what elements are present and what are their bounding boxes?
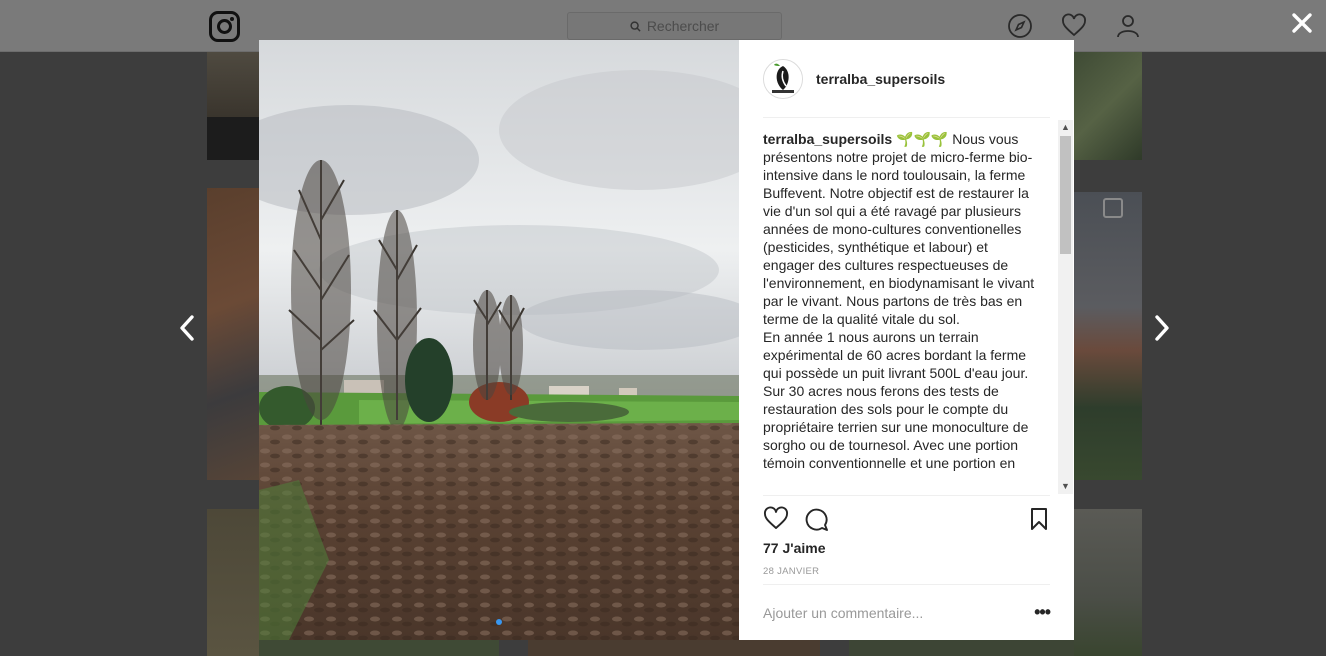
user-icon: [1117, 15, 1139, 38]
like-heart-icon[interactable]: [763, 506, 789, 532]
background-thumbnail: [849, 640, 1074, 656]
background-thumbnail: [207, 52, 259, 160]
background-thumbnail: [1074, 192, 1142, 480]
background-thumbnail: [207, 188, 259, 480]
close-icon[interactable]: [1289, 10, 1315, 36]
post-header: terralba_supersoils: [763, 40, 1050, 118]
background-thumbnail: [1103, 198, 1123, 218]
comment-icon[interactable]: [803, 506, 829, 532]
post-photo[interactable]: [259, 40, 739, 640]
chevron-right-icon[interactable]: [1151, 314, 1173, 342]
scroll-down-arrow-icon[interactable]: ▼: [1058, 479, 1073, 494]
post-date[interactable]: 28 JANVIER: [763, 566, 819, 577]
background-search: Rechercher: [567, 12, 782, 40]
chevron-left-icon[interactable]: [176, 314, 198, 342]
background-thumbnail: [528, 640, 820, 656]
caption-text: Nous vous présentons notre projet de mic…: [763, 131, 1035, 471]
scrollbar-thumb[interactable]: [1060, 136, 1071, 254]
post-details-panel: terralba_supersoils terralba_supersoils …: [739, 40, 1074, 640]
background-thumbnail: [1074, 509, 1142, 656]
instagram-logo: [209, 11, 240, 42]
likes-count[interactable]: 77 J'aime: [763, 540, 826, 556]
background-thumbnail: [1074, 52, 1142, 160]
post-username[interactable]: terralba_supersoils: [816, 71, 945, 87]
terralba-logo-icon: [764, 59, 802, 98]
carousel-indicator: [259, 619, 739, 625]
landscape-photo: [259, 40, 739, 640]
bookmark-icon[interactable]: [1026, 506, 1052, 532]
caption-scrollbar[interactable]: ▲ ▼: [1058, 120, 1073, 494]
comment-box: •••: [763, 584, 1051, 640]
scroll-up-arrow-icon[interactable]: ▲: [1058, 120, 1073, 135]
post-caption: terralba_supersoils 🌱🌱🌱 Nous vous présen…: [763, 130, 1038, 472]
background-thumbnail: [259, 640, 499, 656]
post-modal: terralba_supersoils terralba_supersoils …: [259, 40, 1074, 640]
compass-icon: [1008, 14, 1032, 38]
comment-input[interactable]: [763, 604, 1030, 621]
post-actions: [763, 495, 1050, 535]
caption-emoji: 🌱🌱🌱: [896, 131, 949, 147]
heart-icon: [1062, 13, 1086, 37]
avatar[interactable]: [763, 58, 803, 99]
carousel-dot-active[interactable]: [496, 619, 502, 625]
caption-username[interactable]: terralba_supersoils: [763, 131, 892, 147]
more-options-button[interactable]: •••: [1030, 602, 1051, 623]
search-icon: [630, 20, 641, 32]
caption-scroll-area[interactable]: terralba_supersoils 🌱🌱🌱 Nous vous présen…: [763, 130, 1050, 494]
search-placeholder: Rechercher: [646, 18, 720, 34]
background-thumbnail: [207, 509, 259, 656]
